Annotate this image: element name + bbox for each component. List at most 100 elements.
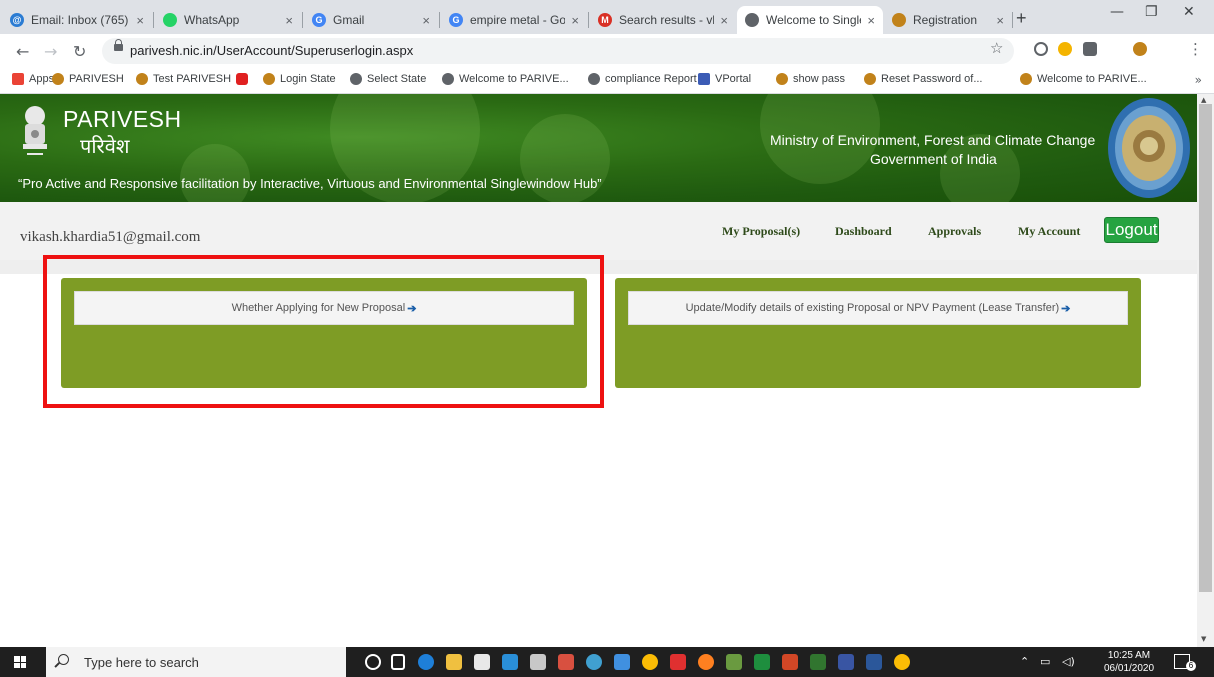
scrollbar-thumb[interactable] (1199, 104, 1212, 592)
windows-start-icon[interactable] (14, 656, 26, 668)
network-icon[interactable]: ▭ (1040, 655, 1050, 668)
project-icon[interactable] (810, 654, 826, 670)
bookmark-youtube[interactable] (236, 73, 253, 85)
profile-avatar-icon[interactable] (1133, 42, 1147, 56)
document-icon[interactable] (726, 654, 742, 670)
browser-menu-icon[interactable]: ⋮ (1188, 40, 1203, 58)
calculator-icon[interactable] (530, 654, 546, 670)
bookmark-apps[interactable]: Apps (12, 73, 54, 85)
apps-grid-icon (12, 73, 24, 85)
store-icon[interactable] (474, 654, 490, 670)
file-explorer-icon[interactable] (446, 654, 462, 670)
bookmark-test-parivesh[interactable]: Test PARIVESH (136, 73, 231, 85)
extension-icon[interactable] (1058, 42, 1072, 56)
parivesh-logo-icon (864, 73, 876, 85)
cast-extension-icon[interactable] (1083, 42, 1097, 56)
system-clock[interactable]: 10:25 AM 06/01/2020 (1104, 649, 1154, 675)
nav-dashboard[interactable]: Dashboard (835, 224, 892, 239)
scroll-down-icon[interactable]: ▼ (1201, 635, 1206, 643)
tab-label: empire metal - Go (470, 13, 566, 27)
tab-email-inbox[interactable]: @ Email: Inbox (765) × (2, 6, 152, 34)
bookmark-vportal[interactable]: VPortal (698, 73, 751, 85)
tab-close-icon[interactable]: × (720, 13, 728, 28)
tab-close-icon[interactable]: × (422, 13, 430, 28)
update-proposal-panel: Update/Modify details of existing Propos… (615, 278, 1141, 388)
tray-chevron-icon[interactable]: ⌃ (1020, 655, 1029, 668)
national-emblem-icon (23, 106, 47, 155)
parivesh-logo-icon (1020, 73, 1032, 85)
bookmark-reset-password[interactable]: Reset Password of... (864, 73, 983, 85)
youtube-icon (236, 73, 248, 85)
edge-browser-icon[interactable] (418, 654, 434, 670)
tab-close-icon[interactable]: × (571, 13, 579, 28)
anydesk-icon[interactable] (670, 654, 686, 670)
tab-empire-metal[interactable]: G empire metal - Go × (441, 6, 587, 34)
arrow-right-icon: ➔ (1061, 302, 1071, 315)
tab-close-icon[interactable]: × (867, 13, 875, 28)
tab-label: Search results - vk (619, 13, 715, 27)
scroll-up-icon[interactable]: ▲ (1201, 96, 1206, 104)
new-tab-button[interactable]: + (1016, 8, 1027, 29)
nav-approvals[interactable]: Approvals (928, 224, 981, 239)
back-arrow-icon[interactable]: ← (16, 42, 29, 61)
brand-name-english: PARIVESH (63, 106, 182, 132)
restore-icon[interactable]: ❐ (1145, 4, 1158, 20)
bookmark-show-pass[interactable]: show pass (776, 73, 845, 85)
bookmarks-overflow-chevron[interactable]: » (1195, 73, 1202, 87)
globe-icon (350, 73, 362, 85)
opera-extension-icon[interactable] (1034, 42, 1048, 56)
logout-button[interactable]: Logout (1104, 217, 1159, 243)
visio-icon[interactable] (838, 654, 854, 670)
firefox-icon[interactable] (698, 654, 714, 670)
tab-close-icon[interactable]: × (996, 13, 1004, 28)
mail-icon[interactable] (502, 654, 518, 670)
tab-label: Registration (913, 13, 978, 27)
volume-icon[interactable]: ◁) (1062, 655, 1075, 668)
site-tagline: “Pro Active and Responsive facilitation … (18, 176, 602, 191)
address-bar[interactable]: parivesh.nic.in/UserAccount/Superuserlog… (102, 38, 1014, 64)
parivesh-logo-icon (776, 73, 788, 85)
bookmark-welcome-parivesh-2[interactable]: Welcome to PARIVE... (1020, 73, 1147, 85)
url-text[interactable]: parivesh.nic.in/UserAccount/Superuserlog… (130, 43, 413, 58)
globe-icon (442, 73, 454, 85)
forward-arrow-icon[interactable]: → (44, 42, 57, 61)
bookmark-compliance-report[interactable]: compliance Report (588, 73, 697, 85)
nav-my-account[interactable]: My Account (1018, 224, 1080, 239)
tab-welcome-single-active[interactable]: Welcome to Single × (737, 6, 883, 34)
update-proposal-button[interactable]: Update/Modify details of existing Propos… (628, 291, 1128, 325)
tab-gmail[interactable]: G Gmail × (304, 6, 438, 34)
tab-search-results[interactable]: M Search results - vk × (590, 6, 736, 34)
chrome-icon[interactable] (642, 654, 658, 670)
cortana-icon[interactable] (365, 654, 381, 670)
chrome-icon[interactable] (894, 654, 910, 670)
page-scrollbar[interactable]: ▲ ▼ (1197, 94, 1214, 647)
taskbar-search-box[interactable]: Type here to search (46, 647, 346, 677)
minimize-icon[interactable]: — (1110, 4, 1124, 20)
bookmark-login-state[interactable]: Login State (263, 73, 336, 85)
paint-icon[interactable] (558, 654, 574, 670)
notes-icon[interactable] (614, 654, 630, 670)
word-icon[interactable] (866, 654, 882, 670)
gmail-icon: M (598, 13, 612, 27)
bookmark-star-icon[interactable]: ☆ (990, 39, 1003, 57)
windows-taskbar: Type here to search ⌃ ▭ ◁) 10:25 AM 06/0… (0, 647, 1214, 677)
tab-close-icon[interactable]: × (285, 13, 293, 28)
powerpoint-icon[interactable] (782, 654, 798, 670)
tab-whatsapp[interactable]: WhatsApp × (155, 6, 301, 34)
app-icon[interactable] (586, 654, 602, 670)
clock-time: 10:25 AM (1107, 650, 1151, 661)
google-icon: G (312, 13, 326, 27)
excel-icon[interactable] (754, 654, 770, 670)
tab-registration[interactable]: Registration × (884, 6, 1012, 34)
window-close-icon[interactable]: ✕ (1183, 4, 1195, 20)
bookmark-welcome-parivesh[interactable]: Welcome to PARIVE... (442, 73, 569, 85)
nav-my-proposals[interactable]: My Proposal(s) (722, 224, 800, 239)
bookmark-parivesh[interactable]: PARIVESH (52, 73, 124, 85)
reload-icon[interactable]: ↻ (73, 42, 86, 61)
browser-tab-strip: @ Email: Inbox (765) × WhatsApp × G Gmai… (0, 0, 1214, 34)
bookmark-select-state[interactable]: Select State (350, 73, 426, 85)
task-view-icon[interactable] (391, 654, 405, 670)
government-name: Government of India (870, 151, 997, 167)
tab-close-icon[interactable]: × (136, 13, 144, 28)
ministry-seal-icon (1108, 98, 1190, 198)
